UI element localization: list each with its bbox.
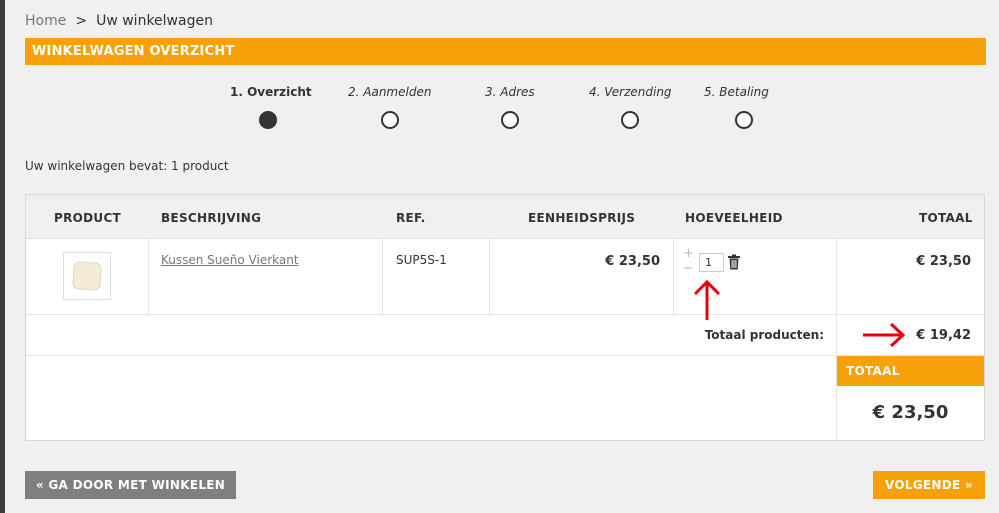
total-products-value: € 19,42 (916, 328, 971, 343)
annotation-arrow-up-icon (693, 279, 721, 320)
annotation-arrow-right-icon (863, 322, 906, 348)
breadcrumb-current: Uw winkelwagen (96, 13, 213, 29)
column-header-quantity: HOEVEELHEID (685, 211, 783, 225)
cart-table: PRODUCT BESCHRIJVING REF. EENHEIDSPRIJS … (25, 194, 985, 441)
column-header-ref: REF. (396, 211, 426, 225)
product-ref: SUP5S-1 (396, 253, 447, 267)
cart-count-text: Uw winkelwagen bevat: 1 product (25, 159, 229, 173)
breadcrumb: Home > Uw winkelwagen (25, 13, 213, 29)
column-header-total: TOTAAL (919, 211, 973, 225)
step-indicator-overview (259, 111, 277, 129)
continue-shopping-button[interactable]: « GA DOOR MET WINKELEN (25, 471, 236, 499)
cart-table-header: PRODUCT BESCHRIJVING REF. EENHEIDSPRIJS … (26, 195, 984, 239)
step-overview: 1. Overzicht (230, 85, 312, 99)
breadcrumb-home-link[interactable]: Home (25, 13, 66, 29)
column-divider (489, 239, 490, 314)
quantity-increase-button[interactable]: + (683, 246, 694, 261)
column-header-description: BESCHRIJVING (161, 211, 262, 225)
quantity-input[interactable] (699, 253, 724, 272)
product-name-link[interactable]: Kussen Sueño Vierkant (161, 253, 299, 267)
breadcrumb-separator: > (75, 13, 88, 29)
column-divider (382, 239, 383, 314)
grand-total-value: € 23,50 (872, 402, 949, 423)
step-indicator-login (381, 111, 399, 129)
step-address: 3. Adres (485, 85, 535, 99)
step-indicator-shipping (621, 111, 639, 129)
window-left-border (0, 0, 5, 513)
next-button[interactable]: VOLGENDE » (873, 471, 985, 499)
product-unit-price: € 23,50 (605, 254, 660, 269)
grand-total-header: TOTAAL (837, 356, 984, 386)
step-login: 2. Aanmelden (348, 85, 432, 99)
row-divider (26, 314, 984, 315)
pillow-image (72, 261, 102, 291)
total-products-label: Totaal producten: (704, 328, 824, 342)
product-thumbnail[interactable] (63, 252, 111, 300)
step-shipping: 4. Verzending (589, 85, 672, 99)
step-payment: 5. Betaling (704, 85, 769, 99)
column-header-product: PRODUCT (54, 211, 122, 225)
page-title-banner: WINKELWAGEN OVERZICHT (25, 38, 986, 65)
column-header-unit-price: EENHEIDSPRIJS (528, 211, 636, 225)
trash-icon[interactable] (727, 254, 741, 270)
quantity-decrease-button[interactable]: − (683, 261, 694, 276)
step-indicator-address (501, 111, 519, 129)
column-divider (148, 239, 149, 314)
step-indicator-payment (735, 111, 753, 129)
column-divider (673, 239, 674, 314)
product-row-total: € 23,50 (916, 254, 971, 269)
